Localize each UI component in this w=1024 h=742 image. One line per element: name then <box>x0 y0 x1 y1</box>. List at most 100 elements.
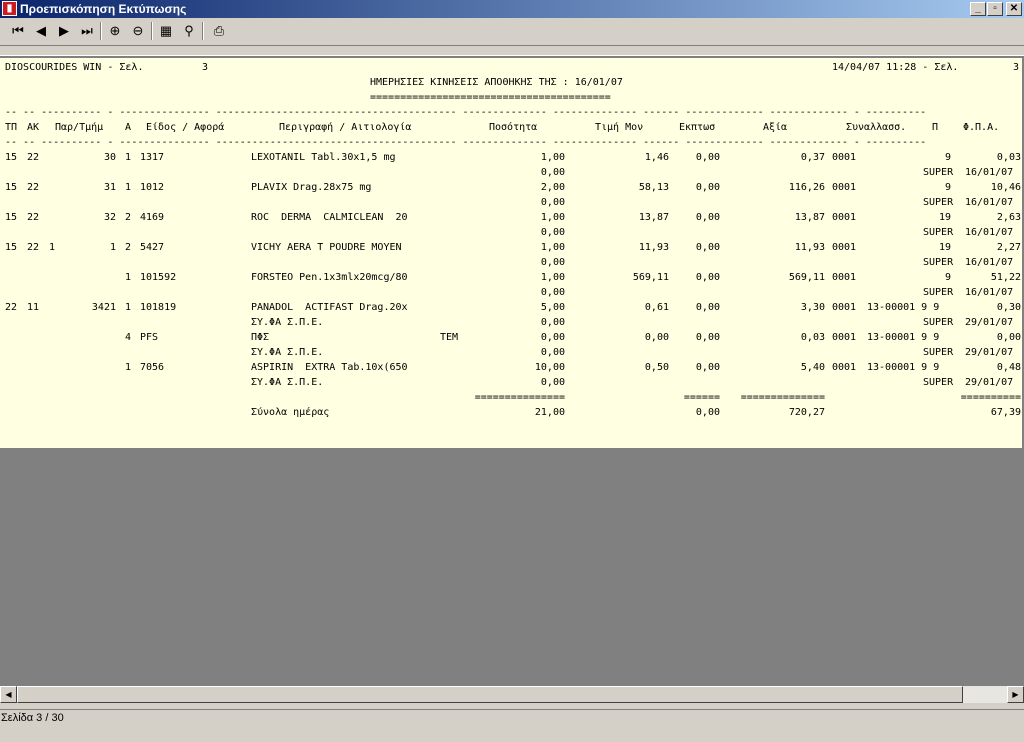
totals-rule-qty: =============== <box>474 392 565 403</box>
cell-sup: SUPER <box>923 257 954 268</box>
cell-vat: 0,30 <box>996 302 1021 313</box>
cell-date: 29/01/07 <box>965 377 1014 388</box>
cell-vat: 51,22 <box>990 272 1021 283</box>
find-button[interactable]: ▦ <box>156 21 176 41</box>
table-row: 15 22 31 1 1012 PLAVIX Drag.28x75 mg 2,00 58,13… <box>0 180 1022 195</box>
cell-a: 2 <box>125 242 132 253</box>
close-button[interactable]: ✕ <box>1006 2 1022 16</box>
cell-disc: 0,00 <box>695 182 720 193</box>
arrow-right-icon: ▶ <box>1012 690 1019 699</box>
cell-qty: 2,00 <box>540 182 565 193</box>
report-title-line: ΗΜΕΡΗΣΙΕΣ ΚΙΝΗΣΕΙΣ ΑΠΟΘΗΚΗΣ ΤΗΣ : 16/01/… <box>0 75 1022 90</box>
dash-rule: -- -- ---------- - --------------- -----… <box>5 107 927 118</box>
cell-qty2: 0,00 <box>540 167 565 178</box>
toolbar: ⏮ ◀ ▶ ⏭ ⊕ ⊖ ▦ ⚲ ⎙ <box>0 19 1024 45</box>
last-page-icon: ⏭ <box>81 23 93 38</box>
toolbar-separator <box>100 22 102 40</box>
report-header-right: 14/04/07 11:28 - Σελ. <box>832 62 959 73</box>
minimize-button[interactable]: _ <box>970 2 986 16</box>
cell-par: 3421 <box>91 302 116 313</box>
cell-sup: SUPER <box>923 347 954 358</box>
cell-p: 9 <box>944 272 951 283</box>
first-page-button[interactable]: ⏮ <box>8 21 28 41</box>
cell-tx2: 13-00001 9 9 <box>867 362 940 373</box>
scroll-thumb[interactable] <box>17 686 963 703</box>
col-header-desc: Περιγραφή / Αιτιολογία <box>279 122 412 133</box>
cell-vat: 10,46 <box>990 182 1021 193</box>
horizontal-scrollbar[interactable]: ◀ ▶ <box>0 686 1024 703</box>
col-header-tp: ΤΠ <box>5 122 18 133</box>
cell-price: 13,87 <box>638 212 669 223</box>
cell-qty2: 0,00 <box>540 197 565 208</box>
arrow-left-icon: ◀ <box>5 690 12 699</box>
toolbar-separator <box>202 22 204 40</box>
preview-area[interactable]: DIOSCOURIDES WIN - Σελ. 3 14/04/07 11:28… <box>0 56 1024 686</box>
header-dash-row-bottom: -- -- ---------- - --------------- -----… <box>0 135 1022 150</box>
report-title: ΗΜΕΡΗΣΙΕΣ ΚΙΝΗΣΕΙΣ ΑΠΟΘΗΚΗΣ ΤΗΣ : 16/01/… <box>370 77 623 88</box>
prev-page-button[interactable]: ◀ <box>31 21 51 41</box>
cell-value: 0,03 <box>800 332 825 343</box>
col-header-item: Είδος / Αφορά <box>146 122 225 133</box>
cell-p: 19 <box>938 242 951 253</box>
scroll-left-button[interactable]: ◀ <box>0 686 17 703</box>
cell-price: 0,61 <box>644 302 669 313</box>
cell-disc: 0,00 <box>695 332 720 343</box>
header-dash-row-top: -- -- ---------- - --------------- -----… <box>0 105 1022 120</box>
cell-value: 13,87 <box>794 212 825 223</box>
next-page-button[interactable]: ▶ <box>54 21 74 41</box>
table-row: 22 11 3421 1 101819 PANADOL ACTIFAST Drag.20x… <box>0 300 1022 315</box>
cell-vat: 2,27 <box>996 242 1021 253</box>
scroll-right-button[interactable]: ▶ <box>1007 686 1024 703</box>
totals-row: Σύνολα ημέρας 21,00 0,00 720,27 67,39 <box>0 405 1022 420</box>
table-row: 1 101592 FORSTEO Pen.1x3mlx20mcg/80 1,00 569… <box>0 270 1022 285</box>
cell-p: 9 <box>944 182 951 193</box>
cell-desc: ΠΦΣ <box>251 332 270 343</box>
cell-tx: 0001 <box>832 302 857 313</box>
print-button[interactable]: ⎙ <box>209 21 229 41</box>
cell-sup: SUPER <box>923 167 954 178</box>
table-row: 15 22 30 1 1317 LEXOTANIL Tabl.30x1,5 mg 1,00 1… <box>0 150 1022 165</box>
cell-qty: 1,00 <box>540 242 565 253</box>
dash-rule: -- -- ---------- - --------------- -----… <box>5 137 927 148</box>
cell-disc: 0,00 <box>695 212 720 223</box>
status-bar: Σελίδα 3 / 30 <box>0 705 1024 742</box>
cell-par: 1 <box>109 242 116 253</box>
cell-code: PFS <box>140 332 159 343</box>
page-indicator: Σελίδα 3 / 30 <box>1 712 64 724</box>
title-bar: ▮ Προεπισκόπηση Εκτύπωσης _ ▫ ✕ <box>0 0 1024 18</box>
cell-code: 1317 <box>140 152 165 163</box>
cell-tx: 0001 <box>832 332 857 343</box>
cell-qty2: 0,00 <box>540 287 565 298</box>
cell-vat: 0,03 <box>996 152 1021 163</box>
cell-date: 16/01/07 <box>965 287 1014 298</box>
cell-tp: 15 <box>5 212 18 223</box>
cell-qty: 1,00 <box>540 152 565 163</box>
cell-qty2: 0,00 <box>540 227 565 238</box>
cell-disc: 0,00 <box>695 242 720 253</box>
cell-price: 1,46 <box>644 152 669 163</box>
last-page-button[interactable]: ⏭ <box>77 21 97 41</box>
zoom-in-button[interactable]: ⊕ <box>105 21 125 41</box>
table-row-detail: 0,00 SUPER 16/01/07 <box>0 225 1022 240</box>
first-page-icon: ⏮ <box>12 23 24 38</box>
table-row: 1 7056 ASPIRIN EXTRA Tab.10x(650 10,00 0,50 0… <box>0 360 1022 375</box>
next-page-icon: ▶ <box>59 23 69 38</box>
toolbar-separator <box>151 22 153 40</box>
cell-a: 1 <box>125 152 132 163</box>
maximize-button[interactable]: ▫ <box>987 2 1003 16</box>
app-icon: ▮ <box>2 1 17 16</box>
cell-vat: 0,48 <box>996 362 1021 373</box>
table-row-detail: 0,00 SUPER 16/01/07 <box>0 255 1022 270</box>
cell-price: 569,11 <box>632 272 669 283</box>
col-header-p: Π <box>932 122 939 133</box>
totals-label: Σύνολα ημέρας <box>251 407 330 418</box>
zoom-out-button[interactable]: ⊖ <box>128 21 148 41</box>
col-header-a: Α <box>125 122 132 133</box>
totals-rule-vat: ========== <box>960 392 1021 403</box>
find-next-button[interactable]: ⚲ <box>179 21 199 41</box>
cell-tx: 0001 <box>832 272 857 283</box>
cell-tp: 15 <box>5 182 18 193</box>
cell-ak: 11 <box>27 302 40 313</box>
cell-tp: 15 <box>5 242 18 253</box>
cell-p: 9 <box>944 152 951 163</box>
